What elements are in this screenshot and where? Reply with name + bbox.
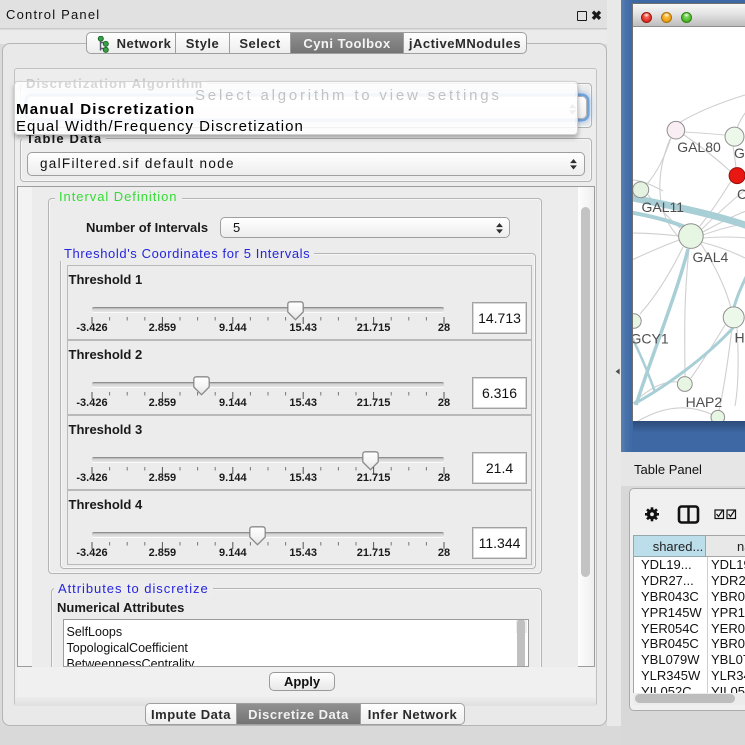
- svg-text:HAP2: HAP2: [686, 394, 723, 410]
- svg-text:GA: GA: [734, 145, 745, 161]
- svg-text:GAL4: GAL4: [693, 249, 729, 265]
- svg-text:GAL80: GAL80: [677, 139, 721, 155]
- svg-text:C: C: [737, 186, 745, 202]
- svg-text:GAL11: GAL11: [642, 199, 685, 215]
- svg-text:H: H: [735, 330, 745, 346]
- svg-text:GCY1: GCY1: [633, 330, 669, 346]
